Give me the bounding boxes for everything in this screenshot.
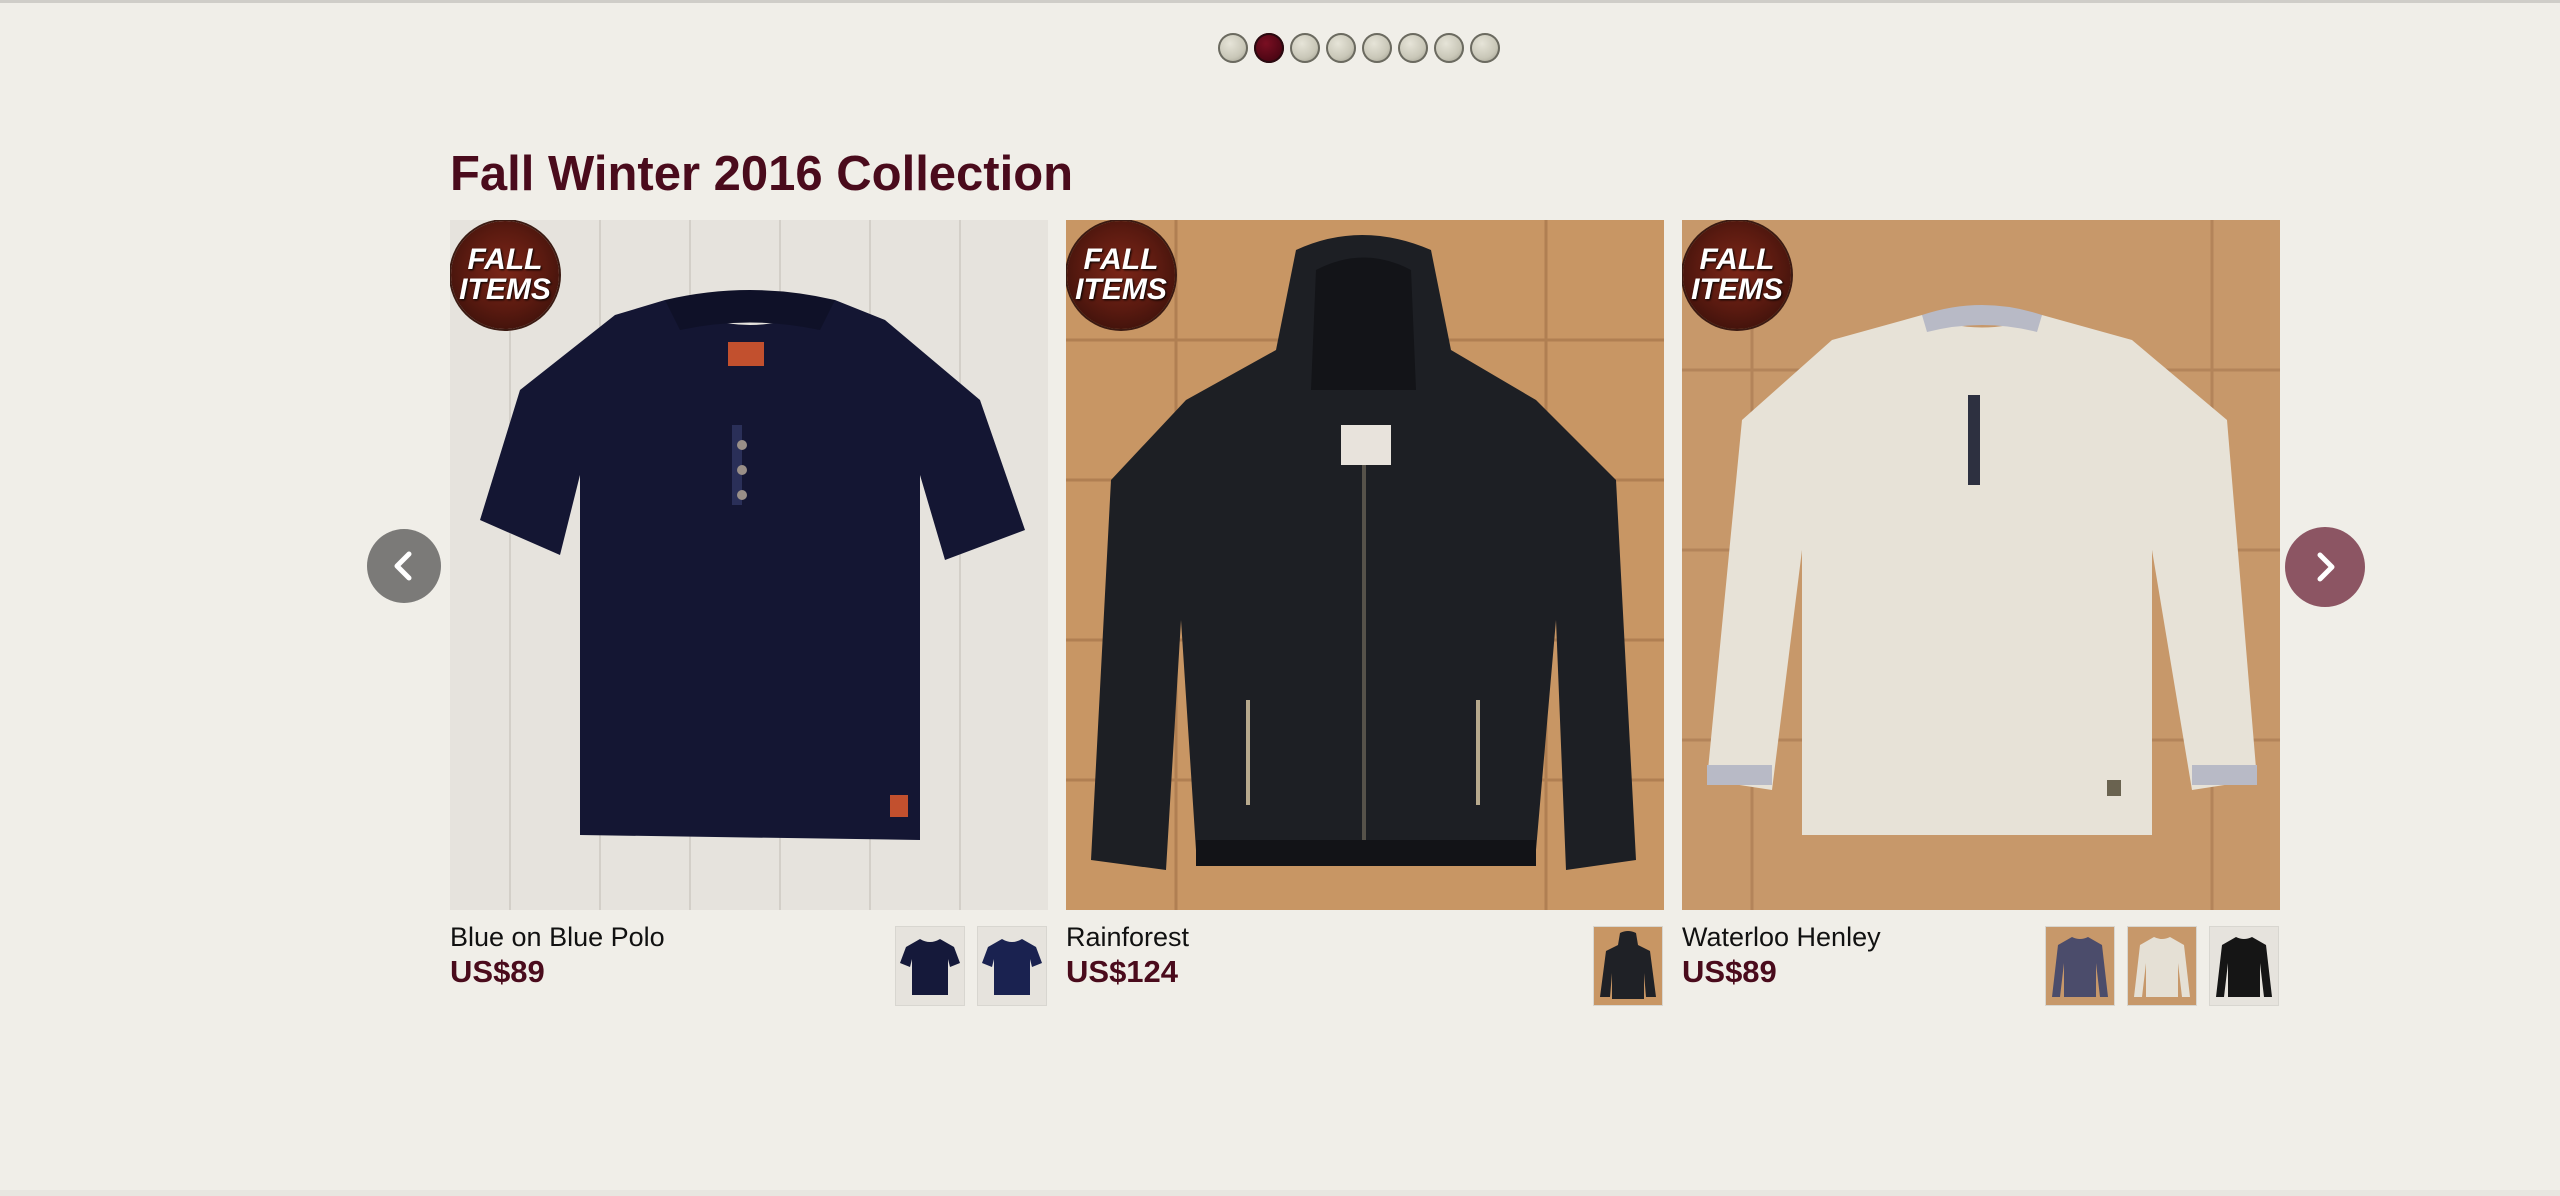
- product-name[interactable]: Rainforest: [1066, 922, 1189, 953]
- product-image[interactable]: FALL ITEMS: [1066, 220, 1664, 910]
- polo-shirt-image: [450, 220, 1048, 910]
- carousel-dot-3[interactable]: [1290, 33, 1320, 63]
- top-divider: [0, 0, 2560, 3]
- henley-thumbnail: [2128, 927, 2196, 1005]
- carousel-dot-8[interactable]: [1470, 33, 1500, 63]
- badge-line-1: FALL: [1083, 243, 1159, 276]
- product-image[interactable]: FALL ITEMS: [450, 220, 1048, 910]
- color-swatch[interactable]: [895, 926, 965, 1006]
- color-swatches: [1593, 926, 1663, 1006]
- henley-shirt-image: [1682, 220, 2280, 910]
- badge-line-2: ITEMS: [459, 273, 551, 306]
- jacket-thumbnail: [1594, 927, 1662, 1005]
- color-swatch[interactable]: [977, 926, 1047, 1006]
- color-swatch[interactable]: [2127, 926, 2197, 1006]
- color-swatch[interactable]: [2045, 926, 2115, 1006]
- carousel-dot-1[interactable]: [1218, 33, 1248, 63]
- chevron-right-icon: [2317, 552, 2335, 582]
- product-price: US$124: [1066, 954, 1179, 989]
- carousel-dot-6[interactable]: [1398, 33, 1428, 63]
- collection-title: Fall Winter 2016 Collection: [450, 147, 1074, 201]
- badge-line-1: FALL: [1699, 243, 1775, 276]
- color-swatch[interactable]: [2209, 926, 2279, 1006]
- product-price: US$89: [1682, 954, 1777, 989]
- product-card-waterloo-henley[interactable]: FALL ITEMS Waterloo Henley US$89: [1682, 220, 2280, 1010]
- carousel-dot-2[interactable]: [1254, 33, 1284, 63]
- polo-thumbnail: [978, 927, 1046, 1005]
- badge-line-1: FALL: [467, 243, 543, 276]
- color-swatch[interactable]: [1593, 926, 1663, 1006]
- product-name[interactable]: Waterloo Henley: [1682, 922, 1881, 953]
- hooded-jacket-image: [1066, 220, 1664, 910]
- color-swatches: [895, 926, 1047, 1006]
- product-card-rainforest[interactable]: FALL ITEMS Rainforest US$124: [1066, 220, 1664, 1010]
- product-name[interactable]: Blue on Blue Polo: [450, 922, 665, 953]
- product-price: US$89: [450, 954, 545, 989]
- fall-items-badge: FALL ITEMS: [1683, 221, 1791, 329]
- chevron-left-icon: [394, 551, 412, 581]
- carousel-dot-7[interactable]: [1434, 33, 1464, 63]
- fall-items-badge: FALL ITEMS: [1067, 221, 1175, 329]
- color-swatches: [2045, 926, 2279, 1006]
- henley-thumbnail: [2210, 927, 2278, 1005]
- previous-button[interactable]: [367, 529, 441, 603]
- henley-thumbnail: [2046, 927, 2114, 1005]
- badge-line-2: ITEMS: [1075, 273, 1167, 306]
- carousel-dot-5[interactable]: [1362, 33, 1392, 63]
- fall-items-badge: FALL ITEMS: [451, 221, 559, 329]
- carousel-pagination: [1218, 33, 1500, 63]
- product-image[interactable]: FALL ITEMS: [1682, 220, 2280, 910]
- badge-line-2: ITEMS: [1691, 273, 1783, 306]
- product-card-blue-on-blue-polo[interactable]: FALL ITEMS Blue on Blue Polo US$89: [450, 220, 1048, 1010]
- next-button[interactable]: [2285, 527, 2365, 607]
- polo-thumbnail: [896, 927, 964, 1005]
- carousel-dot-4[interactable]: [1326, 33, 1356, 63]
- bottom-divider: [0, 1190, 2560, 1196]
